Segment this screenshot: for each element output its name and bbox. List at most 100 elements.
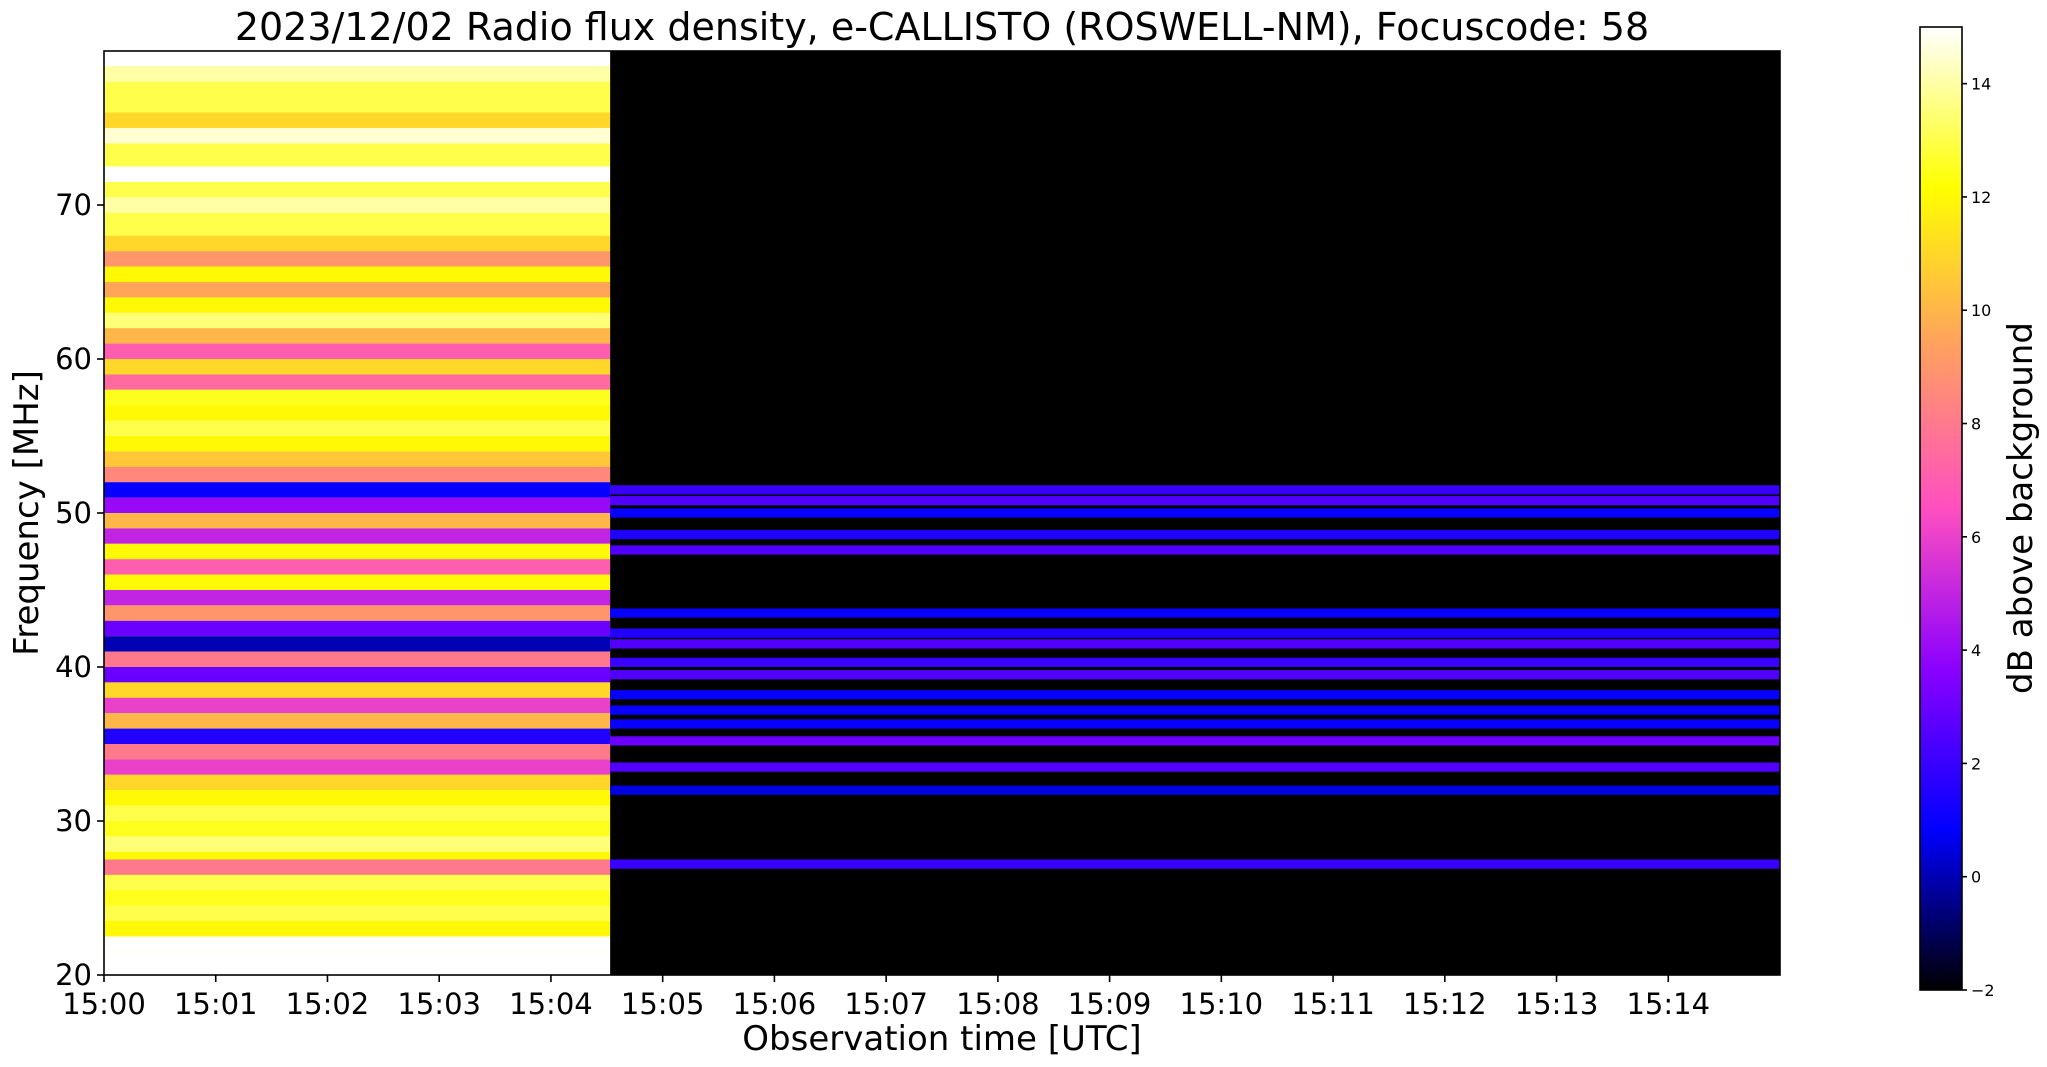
x-tick-label: 15:06 xyxy=(733,987,817,1021)
frequency-band xyxy=(104,859,611,875)
x-tick-label: 15:10 xyxy=(1180,987,1264,1021)
x-tick-label: 15:03 xyxy=(397,987,481,1021)
frequency-band xyxy=(104,774,611,791)
frequency-band xyxy=(104,466,611,483)
frequency-band xyxy=(104,497,611,513)
frequency-band xyxy=(104,713,611,729)
frequency-band xyxy=(104,343,611,359)
frequency-band xyxy=(104,374,611,390)
y-tick-label: 70 xyxy=(55,188,92,222)
frequency-band xyxy=(104,543,611,560)
frequency-band xyxy=(104,451,611,467)
colorbar-tick-label: −2 xyxy=(1971,981,1995,1000)
frequency-band xyxy=(104,805,611,821)
frequency-band xyxy=(610,785,1780,795)
frequency-band xyxy=(104,282,611,298)
frequency-band xyxy=(104,197,611,213)
y-axis-label: Frequency [MHz] xyxy=(7,370,47,656)
colorbar-tick-label: 0 xyxy=(1971,868,1981,887)
frequency-band xyxy=(104,66,611,82)
x-tick-label: 15:11 xyxy=(1291,987,1375,1021)
frequency-band xyxy=(610,670,1780,680)
y-tick-label: 30 xyxy=(55,804,92,838)
x-axis: 15:00 15:01 15:02 15:03 15:04 15:05 15:06 15:07… xyxy=(62,975,1710,1021)
frequency-band xyxy=(104,874,611,891)
x-tick-label: 15:14 xyxy=(1626,987,1710,1021)
spectrogram-heatmap xyxy=(104,51,1780,975)
frequency-band xyxy=(104,590,611,606)
x-tick-label: 15:08 xyxy=(956,987,1040,1021)
frequency-band xyxy=(610,719,1780,729)
spectrogram-figure: 2023/12/02 Radio flux density, e-CALLIST… xyxy=(7,5,2041,1059)
colorbar-tick-label: 2 xyxy=(1971,754,1981,773)
frequency-band xyxy=(610,762,1780,772)
frequency-band xyxy=(610,529,1780,540)
frequency-band xyxy=(104,744,611,760)
x-tick-label: 15:01 xyxy=(174,987,258,1021)
frequency-band xyxy=(104,605,611,621)
x-tick-label: 15:07 xyxy=(844,987,928,1021)
frequency-band xyxy=(610,628,1780,638)
frequency-band xyxy=(104,528,611,544)
heatmap-region xyxy=(610,51,1780,975)
frequency-band xyxy=(104,436,611,452)
x-tick-label: 15:12 xyxy=(1403,987,1487,1021)
frequency-band xyxy=(104,312,611,329)
frequency-band xyxy=(104,936,611,952)
frequency-band xyxy=(610,485,1780,495)
y-tick-label: 50 xyxy=(55,496,92,530)
frequency-band xyxy=(104,89,611,105)
frequency-band xyxy=(104,959,611,975)
frequency-band xyxy=(104,821,611,837)
frequency-band xyxy=(104,682,611,698)
frequency-band xyxy=(610,690,1780,700)
x-tick-label: 15:13 xyxy=(1515,987,1599,1021)
x-tick-label: 15:09 xyxy=(1068,987,1152,1021)
frequency-band xyxy=(104,574,611,590)
frequency-band xyxy=(104,328,611,344)
frequency-band xyxy=(104,220,611,236)
frequency-band xyxy=(104,266,611,282)
frequency-band xyxy=(104,251,611,267)
frequency-band xyxy=(104,790,611,806)
y-tick-label: 40 xyxy=(55,650,92,684)
frequency-band xyxy=(610,496,1780,506)
frequency-band xyxy=(104,513,611,529)
frequency-band xyxy=(104,389,611,406)
colorbar-tick-label: 14 xyxy=(1971,75,1991,94)
frequency-band xyxy=(104,697,611,714)
frequency-band xyxy=(610,705,1780,715)
colorbar-axis: −2 0 2 4 6 8 10 12 14 xyxy=(1962,75,1995,1000)
y-axis: 20 30 40 50 60 70 xyxy=(55,188,104,992)
frequency-band xyxy=(104,420,611,436)
colorbar-label: dB above background xyxy=(2001,322,2041,694)
frequency-band xyxy=(104,297,611,313)
frequency-band xyxy=(610,639,1780,649)
frequency-band xyxy=(104,166,611,182)
frequency-band xyxy=(104,890,611,906)
frequency-band xyxy=(104,921,611,937)
frequency-band xyxy=(104,235,611,252)
frequency-band xyxy=(104,667,611,683)
chart-title: 2023/12/02 Radio flux density, e-CALLIST… xyxy=(235,5,1649,49)
x-tick-label: 15:00 xyxy=(62,987,146,1021)
colorbar-tick-label: 6 xyxy=(1971,528,1981,547)
frequency-band xyxy=(104,905,611,922)
frequency-band xyxy=(610,608,1780,618)
x-tick-label: 15:02 xyxy=(286,987,370,1021)
frequency-band xyxy=(610,657,1780,667)
frequency-band xyxy=(104,620,611,637)
frequency-band xyxy=(104,112,611,128)
frequency-band xyxy=(104,636,611,652)
colorbar-tick-label: 10 xyxy=(1971,301,1991,320)
colorbar-tick-label: 4 xyxy=(1971,641,1981,660)
frequency-band xyxy=(610,859,1780,869)
heatmap-region xyxy=(104,51,611,975)
colorbar-tick-label: 8 xyxy=(1971,415,1981,434)
frequency-band xyxy=(104,836,611,852)
frequency-band xyxy=(104,559,611,575)
x-tick-label: 15:04 xyxy=(509,987,593,1021)
frequency-band xyxy=(610,545,1780,555)
frequency-band xyxy=(104,482,611,498)
x-axis-label: Observation time [UTC] xyxy=(742,1019,1141,1059)
